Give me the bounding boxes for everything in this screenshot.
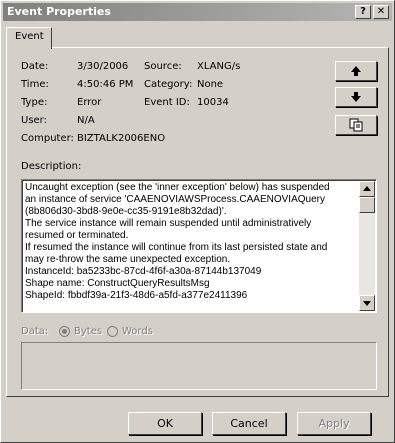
copy-icon (349, 118, 363, 132)
user-value: N/A (77, 115, 95, 126)
source-value: XLANG/s (197, 61, 241, 72)
event-id-label: Event ID: (144, 97, 190, 108)
description-label: Description: (21, 161, 82, 172)
data-label: Data: (21, 326, 49, 337)
scroll-up-button[interactable] (359, 181, 375, 197)
help-button[interactable]: ? (355, 5, 371, 19)
cancel-button[interactable]: Cancel (212, 412, 286, 435)
bytes-radio-dot (62, 329, 67, 334)
scroll-down-button[interactable] (359, 295, 375, 311)
window-title: Event Properties (7, 5, 111, 18)
event-id-value: 10034 (197, 97, 229, 108)
source-label: Source: (144, 61, 182, 72)
words-radio[interactable] (107, 326, 118, 337)
scroll-up-arrow-icon (363, 186, 371, 191)
title-bar: Event Properties ? ✕ (3, 3, 392, 21)
scroll-down-arrow-icon (363, 301, 371, 306)
bytes-label: Bytes (74, 326, 103, 337)
scroll-thumb[interactable] (359, 197, 375, 213)
user-label: User: (21, 115, 47, 126)
tab-event-label: Event (15, 31, 44, 42)
ok-button[interactable]: OK (128, 412, 202, 435)
bytes-radio[interactable] (59, 326, 70, 337)
computer-label: Computer: (21, 133, 74, 144)
date-label: Date: (21, 61, 49, 72)
type-label: Type: (21, 97, 48, 108)
copy-button[interactable] (335, 115, 377, 135)
apply-button[interactable]: Apply (297, 412, 371, 435)
data-textbox[interactable] (21, 342, 377, 390)
description-text: Uncaught exception (see the 'inner excep… (25, 182, 330, 301)
category-label: Category: (144, 79, 193, 90)
up-arrow-icon (351, 66, 361, 76)
category-value: None (197, 79, 224, 90)
tab-event[interactable]: Event (6, 27, 52, 49)
date-value: 3/30/2006 (77, 61, 129, 72)
previous-event-button[interactable] (335, 61, 377, 81)
words-label: Words (122, 326, 153, 337)
computer-value: BIZTALK2006ENO (77, 133, 166, 144)
description-textbox[interactable]: Uncaught exception (see the 'inner excep… (21, 179, 377, 313)
time-value: 4:50:46 PM (77, 79, 134, 90)
description-scrollbar[interactable] (359, 181, 375, 311)
time-label: Time: (21, 79, 49, 90)
next-event-button[interactable] (335, 87, 377, 107)
down-arrow-icon (351, 92, 361, 102)
type-value: Error (77, 97, 102, 108)
close-button[interactable]: ✕ (373, 5, 389, 19)
event-properties-window: Event Properties ? ✕ Event Date: 3/30/20… (0, 0, 395, 443)
